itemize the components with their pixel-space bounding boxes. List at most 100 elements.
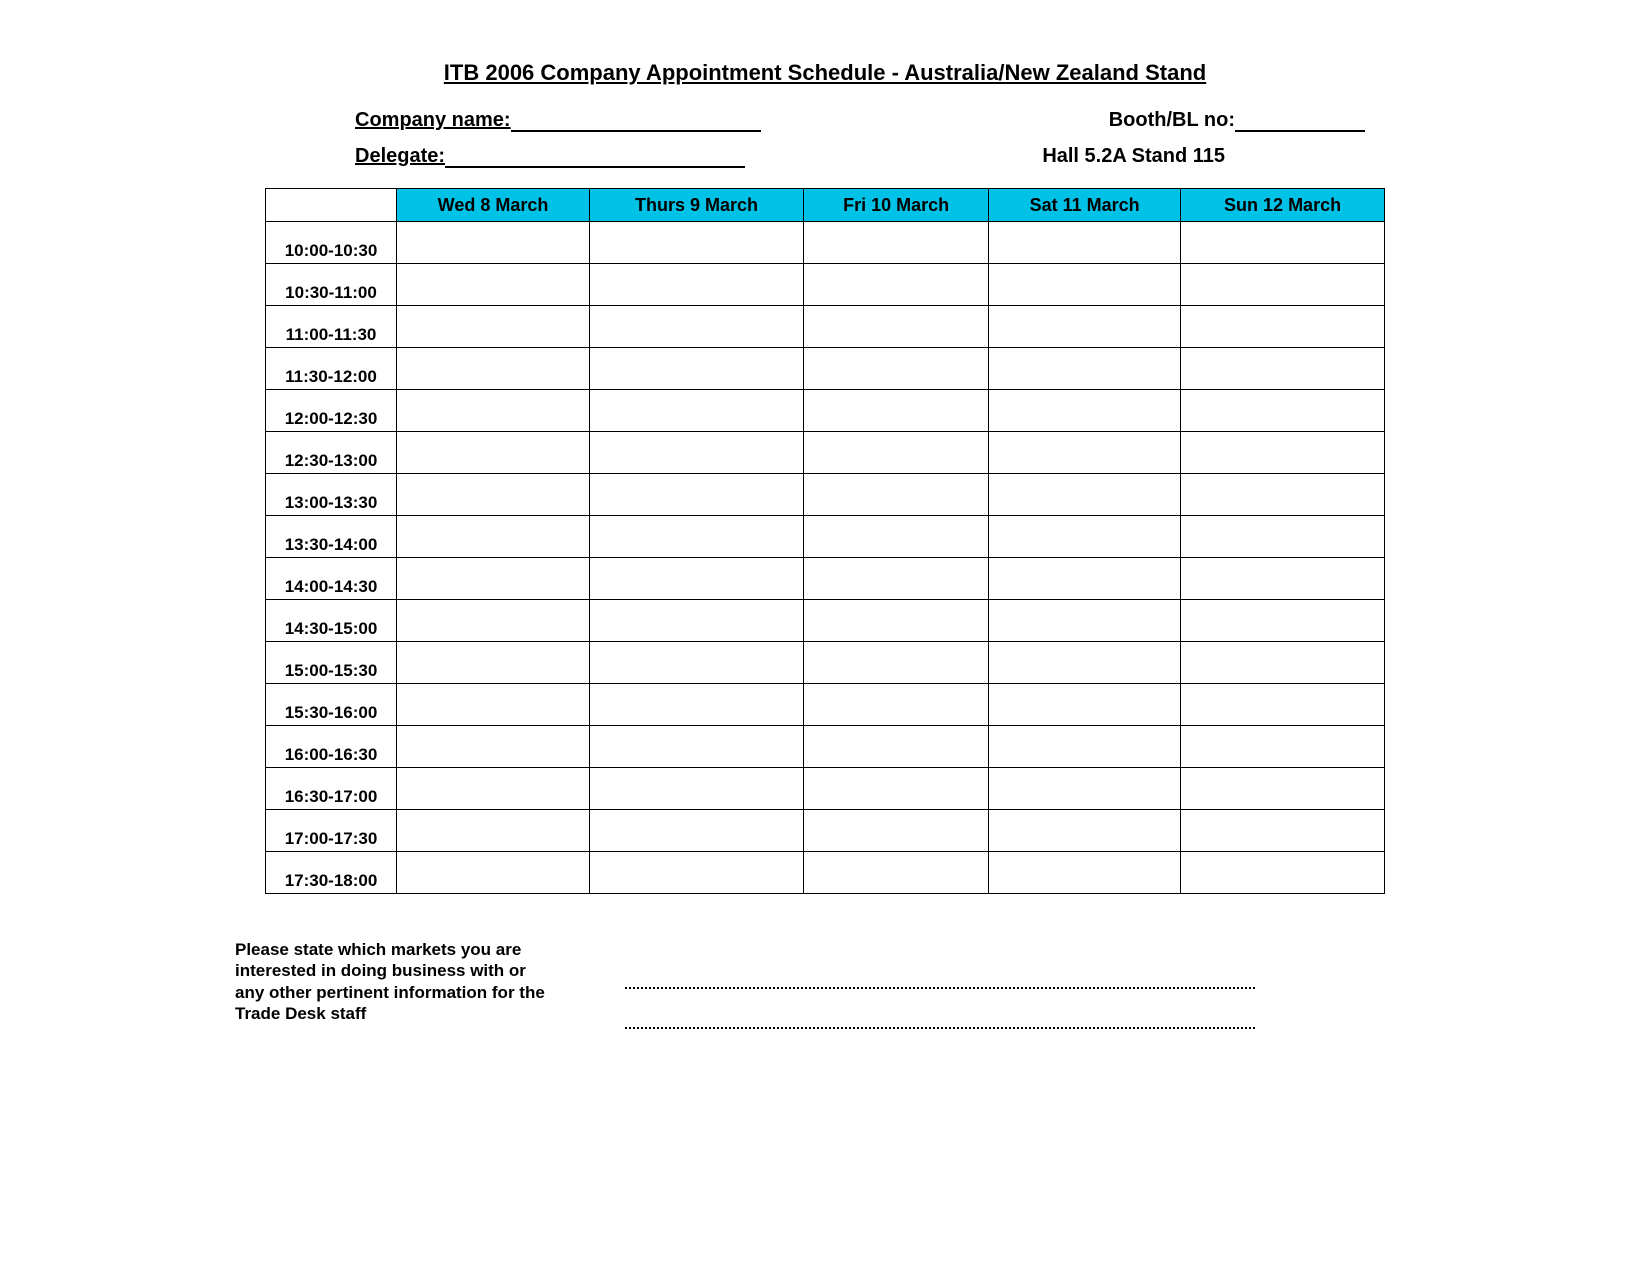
dotted-line[interactable] <box>625 987 1255 989</box>
appointment-cell[interactable] <box>989 852 1181 894</box>
timeslot-label: 16:30-17:00 <box>266 768 397 810</box>
appointment-cell[interactable] <box>989 390 1181 432</box>
appointment-cell[interactable] <box>590 684 804 726</box>
appointment-cell[interactable] <box>1181 432 1385 474</box>
appointment-cell[interactable] <box>590 726 804 768</box>
appointment-cell[interactable] <box>397 768 590 810</box>
appointment-cell[interactable] <box>397 810 590 852</box>
timeslot-label: 17:00-17:30 <box>266 810 397 852</box>
appointment-cell[interactable] <box>989 810 1181 852</box>
timeslot-label: 10:00-10:30 <box>266 222 397 264</box>
appointment-cell[interactable] <box>1181 474 1385 516</box>
table-row: 12:00-12:30 <box>266 390 1385 432</box>
appointment-cell[interactable] <box>989 222 1181 264</box>
appointment-cell[interactable] <box>989 306 1181 348</box>
appointment-cell[interactable] <box>1181 516 1385 558</box>
appointment-cell[interactable] <box>989 726 1181 768</box>
appointment-cell[interactable] <box>1181 810 1385 852</box>
appointment-cell[interactable] <box>397 432 590 474</box>
footer-lines <box>625 939 1255 1067</box>
appointment-cell[interactable] <box>804 306 989 348</box>
appointment-cell[interactable] <box>590 432 804 474</box>
table-row: 16:00-16:30 <box>266 726 1385 768</box>
appointment-cell[interactable] <box>1181 642 1385 684</box>
appointment-cell[interactable] <box>989 516 1181 558</box>
appointment-cell[interactable] <box>590 810 804 852</box>
appointment-cell[interactable] <box>590 516 804 558</box>
appointment-cell[interactable] <box>590 768 804 810</box>
timeslot-label: 13:30-14:00 <box>266 516 397 558</box>
appointment-cell[interactable] <box>804 264 989 306</box>
appointment-cell[interactable] <box>397 348 590 390</box>
company-name-label: Company name: <box>355 109 511 132</box>
appointment-cell[interactable] <box>804 600 989 642</box>
appointment-cell[interactable] <box>397 306 590 348</box>
appointment-cell[interactable] <box>397 684 590 726</box>
appointment-cell[interactable] <box>1181 264 1385 306</box>
appointment-cell[interactable] <box>804 432 989 474</box>
appointment-cell[interactable] <box>397 852 590 894</box>
timeslot-label: 11:30-12:00 <box>266 348 397 390</box>
appointment-cell[interactable] <box>804 390 989 432</box>
appointment-cell[interactable] <box>397 222 590 264</box>
appointment-cell[interactable] <box>989 684 1181 726</box>
appointment-cell[interactable] <box>989 432 1181 474</box>
appointment-cell[interactable] <box>989 348 1181 390</box>
dotted-line[interactable] <box>625 1027 1255 1029</box>
table-row: 12:30-13:00 <box>266 432 1385 474</box>
appointment-cell[interactable] <box>989 768 1181 810</box>
appointment-cell[interactable] <box>804 768 989 810</box>
timeslot-label: 11:00-11:30 <box>266 306 397 348</box>
appointment-cell[interactable] <box>397 600 590 642</box>
appointment-cell[interactable] <box>804 684 989 726</box>
appointment-cell[interactable] <box>804 810 989 852</box>
table-row: 15:00-15:30 <box>266 642 1385 684</box>
appointment-cell[interactable] <box>1181 306 1385 348</box>
appointment-cell[interactable] <box>397 558 590 600</box>
appointment-cell[interactable] <box>590 642 804 684</box>
appointment-cell[interactable] <box>590 600 804 642</box>
appointment-cell[interactable] <box>1181 222 1385 264</box>
appointment-cell[interactable] <box>804 474 989 516</box>
appointment-cell[interactable] <box>989 642 1181 684</box>
table-row: 14:00-14:30 <box>266 558 1385 600</box>
appointment-cell[interactable] <box>590 852 804 894</box>
appointment-cell[interactable] <box>989 600 1181 642</box>
appointment-cell[interactable] <box>1181 768 1385 810</box>
appointment-cell[interactable] <box>590 558 804 600</box>
appointment-cell[interactable] <box>397 474 590 516</box>
appointment-cell[interactable] <box>397 264 590 306</box>
appointment-cell[interactable] <box>397 390 590 432</box>
appointment-cell[interactable] <box>590 348 804 390</box>
appointment-cell[interactable] <box>989 264 1181 306</box>
booth-field[interactable] <box>1235 108 1365 132</box>
appointment-cell[interactable] <box>397 726 590 768</box>
appointment-cell[interactable] <box>804 852 989 894</box>
appointment-cell[interactable] <box>804 642 989 684</box>
timeslot-label: 14:30-15:00 <box>266 600 397 642</box>
appointment-cell[interactable] <box>1181 390 1385 432</box>
appointment-cell[interactable] <box>1181 852 1385 894</box>
appointment-cell[interactable] <box>1181 348 1385 390</box>
appointment-cell[interactable] <box>397 642 590 684</box>
appointment-cell[interactable] <box>989 474 1181 516</box>
company-name-field[interactable] <box>511 108 761 132</box>
appointment-cell[interactable] <box>590 306 804 348</box>
appointment-cell[interactable] <box>989 558 1181 600</box>
appointment-cell[interactable] <box>804 222 989 264</box>
appointment-cell[interactable] <box>1181 726 1385 768</box>
appointment-cell[interactable] <box>804 726 989 768</box>
appointment-cell[interactable] <box>590 264 804 306</box>
appointment-cell[interactable] <box>590 390 804 432</box>
appointment-cell[interactable] <box>397 516 590 558</box>
appointment-cell[interactable] <box>590 474 804 516</box>
appointment-cell[interactable] <box>1181 558 1385 600</box>
appointment-cell[interactable] <box>590 222 804 264</box>
appointment-cell[interactable] <box>804 558 989 600</box>
delegate-field[interactable] <box>445 144 745 168</box>
appointment-cell[interactable] <box>1181 600 1385 642</box>
appointment-cell[interactable] <box>804 516 989 558</box>
appointment-cell[interactable] <box>1181 684 1385 726</box>
appointment-cell[interactable] <box>804 348 989 390</box>
booth-label: Booth/BL no: <box>1109 109 1235 132</box>
